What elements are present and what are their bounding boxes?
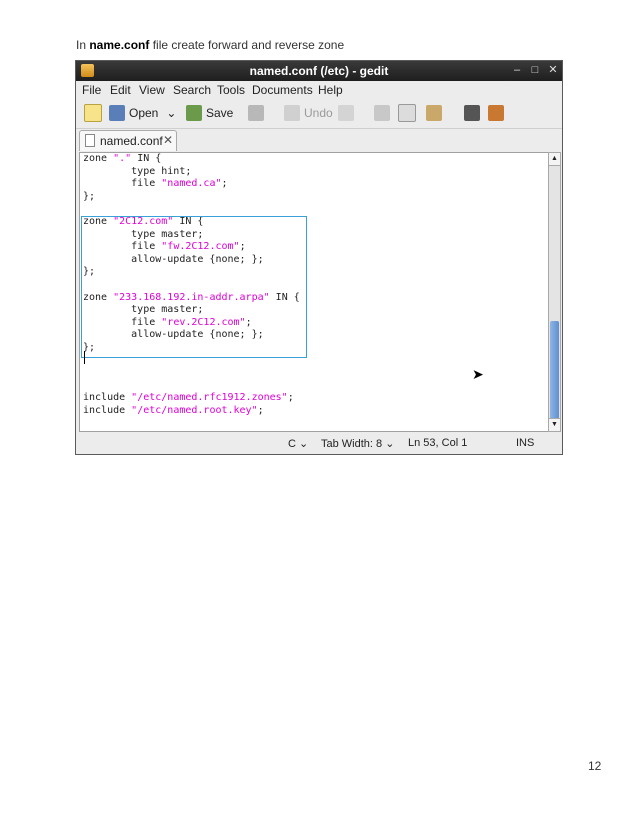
caption-suffix: file create forward and reverse zone (149, 38, 345, 52)
menu-view[interactable]: View (139, 83, 165, 97)
close-window-button[interactable]: ✕ (546, 63, 560, 77)
find-replace-button[interactable] (488, 102, 508, 124)
menu-help[interactable]: Help (318, 83, 343, 97)
language-selector[interactable]: C ⌄ (288, 437, 308, 450)
vertical-scrollbar[interactable]: ▲ ▼ (548, 152, 561, 432)
binoculars-icon (464, 105, 480, 121)
folder-open-icon (109, 105, 125, 121)
save-label: Save (206, 106, 234, 120)
undo-icon (284, 105, 300, 121)
status-bar: C ⌄ Tab Width: 8 ⌄ Ln 53, Col 1 INS (76, 434, 562, 454)
copy-button[interactable] (398, 102, 420, 124)
cursor-position: Ln 53, Col 1 (408, 437, 468, 449)
scroll-up-icon[interactable]: ▲ (549, 153, 560, 166)
toolbar: Open ⌄ Save Undo (76, 98, 562, 129)
undo-button[interactable]: Undo (284, 102, 333, 124)
close-tab-icon[interactable]: ✕ (163, 133, 173, 147)
text-editor[interactable]: zone "." IN { type hint; file "named.ca"… (79, 152, 549, 432)
gedit-window: named.conf (/etc) - gedit – □ ✕ File Edi… (75, 60, 563, 455)
print-button[interactable] (248, 102, 268, 124)
mouse-pointer-icon: ➤ (472, 366, 484, 382)
tab-width-selector[interactable]: Tab Width: 8 ⌄ (321, 437, 394, 450)
minimize-button[interactable]: – (510, 63, 524, 77)
paste-icon (426, 105, 442, 121)
tab-named-conf[interactable]: named.conf ✕ (79, 130, 177, 151)
tab-label: named.conf (100, 134, 163, 148)
scrollbar-thumb[interactable] (550, 321, 559, 419)
cut-button[interactable] (374, 102, 394, 124)
open-label: Open (129, 106, 159, 120)
paste-button[interactable] (426, 102, 446, 124)
new-button[interactable] (84, 102, 106, 124)
redo-button[interactable] (338, 102, 358, 124)
chevron-down-icon[interactable]: ⌄ (166, 106, 176, 120)
document-icon (85, 134, 95, 147)
undo-label: Undo (304, 106, 333, 120)
menu-search[interactable]: Search (173, 83, 211, 97)
find-replace-icon (488, 105, 504, 121)
save-button[interactable]: Save (186, 102, 233, 124)
menu-bar: File Edit View Search Tools Documents He… (76, 81, 562, 98)
menu-tools[interactable]: Tools (217, 83, 245, 97)
text-cursor (84, 351, 85, 364)
printer-icon (248, 105, 264, 121)
menu-edit[interactable]: Edit (110, 83, 131, 97)
page-caption: In name.conf file create forward and rev… (76, 38, 344, 52)
maximize-button[interactable]: □ (528, 63, 542, 77)
caption-prefix: In (76, 38, 90, 52)
copy-icon (398, 104, 416, 122)
title-bar: named.conf (/etc) - gedit – □ ✕ (76, 61, 562, 81)
scroll-down-icon[interactable]: ▼ (549, 418, 560, 431)
redo-icon (338, 105, 354, 121)
caption-filename: name.conf (89, 38, 150, 52)
tab-bar: named.conf ✕ (76, 129, 562, 151)
page-number: 12 (588, 759, 602, 773)
scissors-icon (374, 105, 390, 121)
selection-highlight (81, 216, 307, 358)
save-icon (186, 105, 202, 121)
menu-documents[interactable]: Documents (252, 83, 313, 97)
open-button[interactable]: Open ⌄ (109, 102, 176, 124)
insert-mode: INS (516, 437, 535, 449)
window-title: named.conf (/etc) - gedit (249, 64, 389, 78)
find-button[interactable] (464, 102, 484, 124)
new-document-icon (84, 104, 102, 122)
menu-file[interactable]: File (82, 83, 101, 97)
